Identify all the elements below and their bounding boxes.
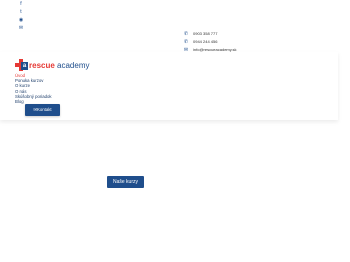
mail-icon[interactable]: ✉	[18, 25, 24, 31]
contact-info: ✆ 0903 358 777 ✆ 0944 244 456 ✉ info@res…	[183, 30, 237, 54]
phone-number-2[interactable]: 0944 244 456	[193, 38, 217, 46]
twitter-icon[interactable]: t	[18, 9, 24, 15]
logo-mark-icon: a	[15, 59, 28, 71]
logo-text: rescue academy	[29, 61, 90, 70]
main-nav: Úvod Ponuka kurzov O kurze O nás Skúšobn…	[15, 73, 52, 104]
phone-number-1[interactable]: 0903 358 777	[193, 30, 217, 38]
logo[interactable]: a rescue academy	[15, 59, 90, 71]
phone-row-1[interactable]: ✆ 0903 358 777	[183, 30, 237, 38]
phone-icon: ✆	[183, 39, 189, 45]
phone-icon: ✆	[183, 31, 189, 37]
site-header: a rescue academy Úvod Ponuka kurzov O ku…	[0, 52, 338, 120]
phone-row-2[interactable]: ✆ 0944 244 456	[183, 38, 237, 46]
logo-text-red: rescue	[29, 60, 55, 70]
social-links: f t ◉ ✉	[18, 1, 24, 31]
logo-text-blue: academy	[57, 60, 90, 70]
kontakt-button[interactable]: ✉Kontakt	[25, 104, 60, 116]
facebook-icon[interactable]: f	[18, 1, 24, 7]
kontakt-label: Kontakt	[37, 107, 52, 112]
nase-kurzy-button[interactable]: Naše kurzy	[107, 176, 144, 188]
instagram-icon[interactable]: ◉	[18, 17, 24, 23]
